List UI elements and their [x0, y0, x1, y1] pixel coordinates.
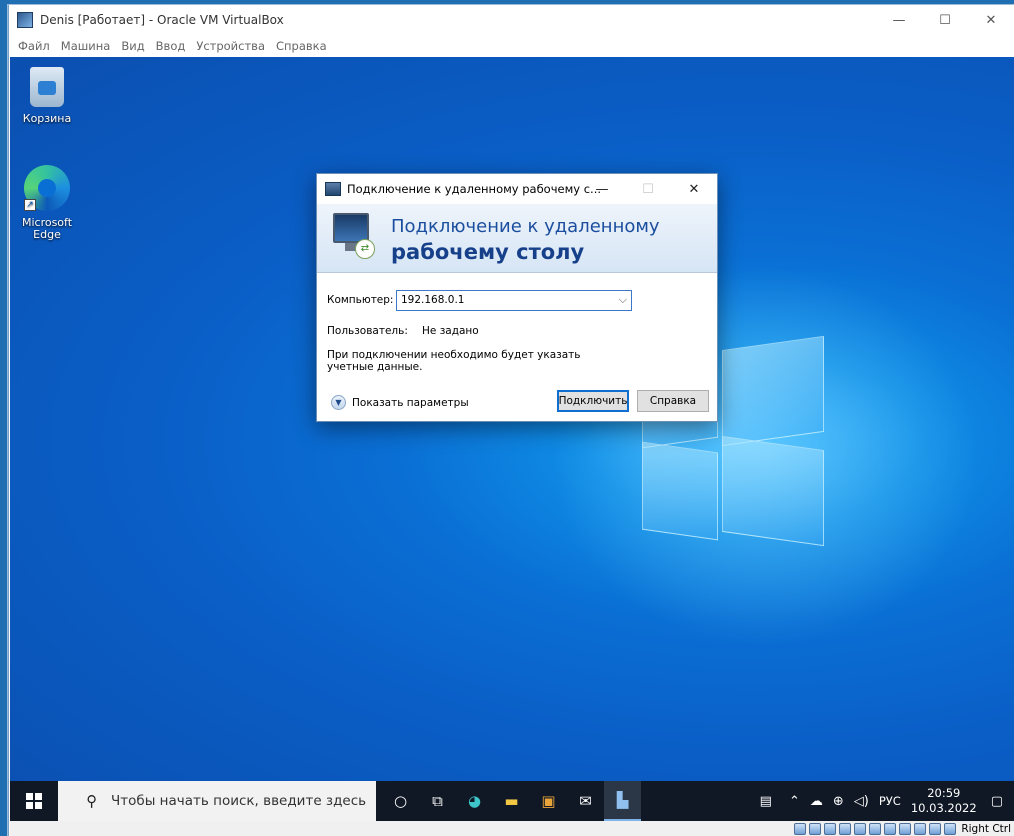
- virtualization-icon[interactable]: [914, 822, 927, 835]
- notifications-icon[interactable]: ▢: [991, 794, 1003, 809]
- windows-logo-pane: [722, 335, 824, 447]
- start-button[interactable]: [10, 781, 58, 821]
- host-key-label: Right Ctrl: [961, 822, 1011, 835]
- network-icon[interactable]: ⊕: [833, 794, 844, 809]
- hard-disk-icon[interactable]: [794, 822, 807, 835]
- virtualbox-window: Denis [Работает] - Oracle VM VirtualBox …: [8, 5, 1014, 836]
- rdp-close-button[interactable]: ✕: [671, 174, 717, 204]
- task-view-icon[interactable]: ⧉: [419, 781, 456, 821]
- rdp-body: Компьютер: 192.168.0.1 ⌵ Пользователь: Н…: [317, 273, 717, 423]
- rdp-dialog: Подключение к удаленному рабочему с... —…: [316, 173, 718, 422]
- connect-button[interactable]: Подключить: [557, 390, 629, 412]
- shared-folders-icon[interactable]: [869, 822, 882, 835]
- credentials-info: При подключении необходимо будет указать…: [327, 349, 581, 373]
- expand-chevron-icon[interactable]: ▼: [331, 395, 346, 410]
- network-adapter-icon[interactable]: [839, 822, 852, 835]
- computer-combobox[interactable]: 192.168.0.1 ⌵: [396, 290, 632, 311]
- menu-input[interactable]: Ввод: [156, 39, 186, 53]
- mouse-integration-icon[interactable]: [929, 822, 942, 835]
- windows-logo-pane: [722, 435, 824, 547]
- taskbar: ⚲ Чтобы начать поиск, введите здесь ○ ⧉ …: [10, 781, 1014, 821]
- rdp-minimize-button[interactable]: —: [579, 174, 625, 204]
- display-icon[interactable]: [884, 822, 897, 835]
- edge-taskbar-icon[interactable]: ◕: [456, 781, 493, 821]
- cortana-icon[interactable]: ○: [382, 781, 419, 821]
- virtualbox-icon: [17, 12, 33, 28]
- vm-title: Denis [Работает] - Oracle VM VirtualBox: [40, 13, 284, 27]
- rdp-banner: ⇄ Подключение к удаленному рабочему стол…: [317, 204, 717, 273]
- system-tray: ▤ ⌃ ☁ ⊕ ◁) РУС 20:59 10.03.2022 ▢: [755, 781, 1014, 821]
- video-capture-icon[interactable]: [899, 822, 912, 835]
- chevron-down-icon[interactable]: ⌵: [619, 293, 627, 307]
- banner-title-line1: Подключение к удаленному: [391, 216, 660, 237]
- menu-devices[interactable]: Устройства: [196, 39, 265, 53]
- keyboard-capture-icon[interactable]: [944, 822, 957, 835]
- show-params-toggle[interactable]: ▼ Показать параметры: [331, 395, 469, 410]
- recycle-bin-icon: [30, 67, 64, 107]
- menu-machine[interactable]: Машина: [61, 39, 111, 53]
- menu-view[interactable]: Вид: [121, 39, 144, 53]
- user-label: Пользователь:: [327, 325, 408, 337]
- guest-desktop: Корзина ↗ Microsoft Edge Подключение к у…: [10, 57, 1014, 781]
- onedrive-icon[interactable]: ☁: [810, 794, 823, 809]
- windows-start-icon: [26, 793, 42, 809]
- rdp-title: Подключение к удаленному рабочему с...: [347, 182, 602, 196]
- rdp-app-icon: [325, 182, 341, 196]
- show-hidden-icons-icon[interactable]: ⌃: [789, 794, 800, 809]
- user-value: Не задано: [422, 325, 479, 337]
- search-icon: ⚲: [86, 792, 97, 810]
- mail-icon[interactable]: ✉: [567, 781, 604, 821]
- clock-date: 10.03.2022: [910, 801, 977, 815]
- news-widget-icon[interactable]: ▤: [760, 794, 772, 809]
- vm-statusbar: Right Ctrl: [10, 821, 1014, 836]
- usb-icon[interactable]: [854, 822, 867, 835]
- edge-icon: ↗: [24, 165, 70, 211]
- desktop-icon-label: Microsoft Edge: [21, 216, 73, 241]
- computer-label: Компьютер:: [327, 294, 394, 306]
- rdp-maximize-button: ☐: [642, 181, 654, 197]
- help-button[interactable]: Справка: [637, 390, 709, 412]
- clock-time: 20:59: [927, 786, 961, 800]
- minimize-button[interactable]: —: [876, 5, 922, 35]
- rdp-titlebar: Подключение к удаленному рабочему с... —…: [317, 174, 717, 204]
- show-params-label[interactable]: Показать параметры: [352, 397, 469, 409]
- clock[interactable]: 20:59 10.03.2022: [911, 786, 977, 816]
- desktop-icon-edge[interactable]: ↗ Microsoft Edge: [12, 165, 82, 241]
- remote-desktop-monitor-icon: ⇄: [333, 213, 375, 259]
- shortcut-arrow-icon: ↗: [24, 199, 36, 211]
- file-explorer-icon[interactable]: ▬: [493, 781, 530, 821]
- audio-icon[interactable]: [824, 822, 837, 835]
- connect-arrows-icon: ⇄: [355, 239, 375, 259]
- vm-menubar: Файл Машина Вид Ввод Устройства Справка: [9, 36, 338, 56]
- desktop-icon-label: Корзина: [22, 112, 72, 125]
- banner-title-line2: рабочему столу: [391, 240, 585, 264]
- computer-input[interactable]: 192.168.0.1: [401, 294, 464, 306]
- optical-drive-icon[interactable]: [809, 822, 822, 835]
- menu-help[interactable]: Справка: [276, 39, 327, 53]
- volume-icon[interactable]: ◁): [854, 794, 869, 809]
- desktop-icon-recycle-bin[interactable]: Корзина: [12, 67, 82, 125]
- taskbar-search[interactable]: ⚲ Чтобы начать поиск, введите здесь: [58, 781, 376, 821]
- store-icon[interactable]: ▣: [530, 781, 567, 821]
- maximize-button[interactable]: ☐: [922, 5, 968, 35]
- search-placeholder[interactable]: Чтобы начать поиск, введите здесь: [111, 793, 366, 809]
- menu-file[interactable]: Файл: [18, 39, 50, 53]
- close-button[interactable]: ✕: [968, 5, 1014, 35]
- language-indicator[interactable]: РУС: [879, 794, 901, 808]
- windows-logo-pane: [642, 441, 718, 541]
- rdp-taskbar-icon[interactable]: ▙: [604, 781, 641, 821]
- vm-titlebar: Denis [Работает] - Oracle VM VirtualBox …: [9, 5, 1014, 35]
